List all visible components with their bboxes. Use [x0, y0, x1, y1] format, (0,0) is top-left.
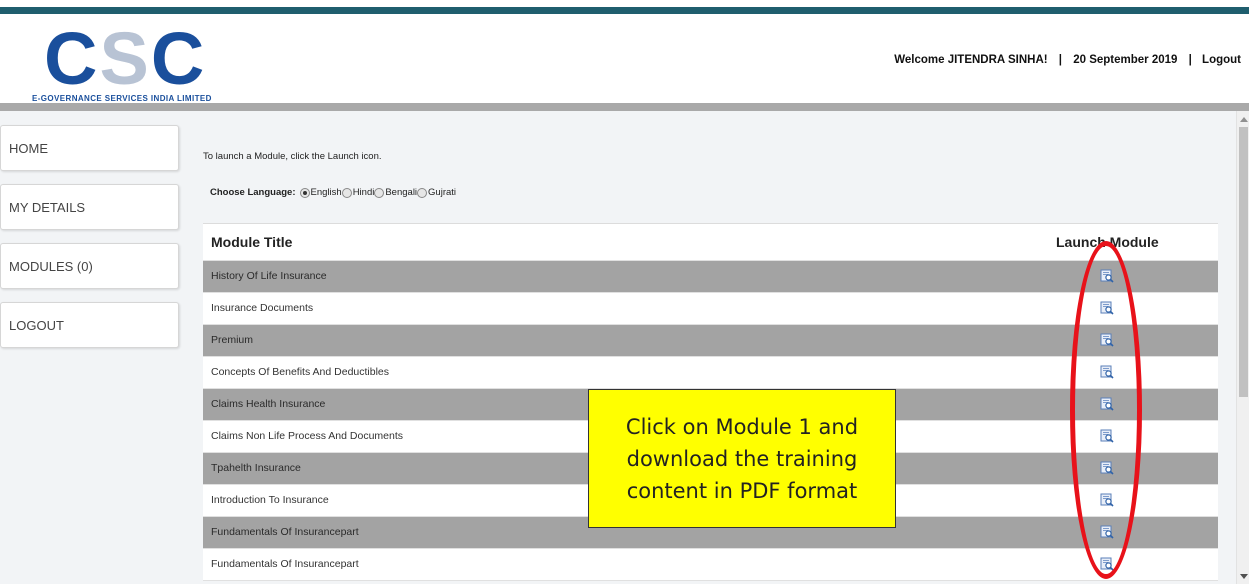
table-row: Insurance Documents: [203, 293, 1218, 325]
logo-letter-c2: C: [150, 17, 204, 100]
launch-module-icon[interactable]: [1100, 557, 1114, 571]
module-title: Introduction To Insurance: [211, 494, 329, 506]
module-title: Premium: [211, 334, 254, 346]
separator: |: [1058, 54, 1063, 66]
module-title: Claims Non Life Process And Documents: [211, 430, 403, 442]
top-accent-bar: [0, 7, 1249, 14]
column-header-launch: Launch Module: [1056, 234, 1159, 250]
language-option-english[interactable]: English: [299, 187, 342, 198]
table-row: Fundamentals Of Insurancepart: [203, 549, 1218, 581]
scroll-down-arrow-icon[interactable]: [1240, 574, 1248, 579]
table-row: Concepts Of Benefits And Deductibles: [203, 357, 1218, 389]
radio-hindi[interactable]: [341, 187, 352, 198]
table-row: History Of Life Insurance: [203, 261, 1218, 293]
module-title: Insurance Documents: [211, 302, 314, 314]
language-bengali-label: Bengali: [385, 187, 418, 198]
welcome-text: Welcome JITENDRA SINHA!: [894, 54, 1048, 66]
module-title: Fundamentals Of Insurancepart: [211, 558, 359, 570]
callout-text: Click on Module 1 and download the train…: [625, 414, 859, 503]
module-title: Concepts Of Benefits And Deductibles: [211, 366, 390, 378]
language-option-bengali[interactable]: Bengali: [374, 187, 417, 198]
table-header: Module Title Launch Module: [203, 224, 1218, 261]
language-label: Choose Language:: [210, 187, 296, 198]
table-row: Premium: [203, 325, 1218, 357]
sidebar-item-modules[interactable]: MODULES (0): [0, 243, 179, 289]
launch-module-icon[interactable]: [1100, 365, 1114, 379]
launch-module-icon[interactable]: [1100, 461, 1114, 475]
scroll-up-arrow-icon[interactable]: [1240, 117, 1248, 122]
scroll-thumb[interactable]: [1239, 127, 1248, 397]
launch-module-icon[interactable]: [1100, 301, 1114, 315]
radio-gujrati[interactable]: [417, 187, 428, 198]
csc-logo: C S C E-Governance Services India Limite…: [32, 17, 211, 104]
header-logout-link[interactable]: Logout: [1202, 54, 1241, 66]
language-hindi-label: Hindi: [352, 187, 375, 198]
sidebar-item-my-details[interactable]: MY DETAILS: [0, 184, 179, 230]
radio-bengali[interactable]: [374, 187, 385, 198]
user-bar: Welcome JITENDRA SINHA! | 20 September 2…: [893, 54, 1241, 66]
language-english-label: English: [310, 187, 342, 198]
sidebar-item-home[interactable]: HOME: [0, 125, 179, 171]
language-chooser: Choose Language: English Hindi Bengali G…: [210, 187, 456, 198]
language-gujrati-label: Gujrati: [428, 187, 457, 198]
logo-letter-c1: C: [44, 17, 97, 100]
column-header-title: Module Title: [211, 234, 293, 250]
launch-module-icon[interactable]: [1100, 397, 1114, 411]
launch-module-icon[interactable]: [1100, 269, 1114, 283]
module-title: History Of Life Insurance: [211, 270, 327, 282]
module-title: Tpahelth Insurance: [211, 462, 301, 474]
instruction-text: To launch a Module, click the Launch ico…: [203, 151, 382, 162]
date-text: 20 September 2019: [1073, 54, 1178, 66]
radio-english[interactable]: [299, 187, 310, 198]
launch-module-icon[interactable]: [1100, 333, 1114, 347]
logo-subtitle: E-Governance Services India Limited: [32, 94, 212, 103]
sidebar-item-logout[interactable]: LOGOUT: [0, 302, 179, 348]
language-option-gujrati[interactable]: Gujrati: [417, 187, 456, 198]
separator: |: [1188, 54, 1192, 66]
header-divider: [0, 103, 1249, 111]
module-title: Claims Health Insurance: [211, 398, 326, 410]
module-title: Fundamentals Of Insurancepart: [211, 526, 359, 538]
language-option-hindi[interactable]: Hindi: [341, 187, 375, 198]
launch-module-icon[interactable]: [1100, 525, 1114, 539]
logo-letters: C S C: [44, 17, 204, 100]
logo-letter-s: S: [99, 17, 148, 100]
vertical-scrollbar[interactable]: [1236, 111, 1249, 584]
launch-module-icon[interactable]: [1100, 429, 1114, 443]
launch-module-icon[interactable]: [1100, 493, 1114, 507]
annotation-callout: Click on Module 1 and download the train…: [588, 389, 896, 528]
header: C S C E-Governance Services India Limite…: [0, 14, 1249, 103]
